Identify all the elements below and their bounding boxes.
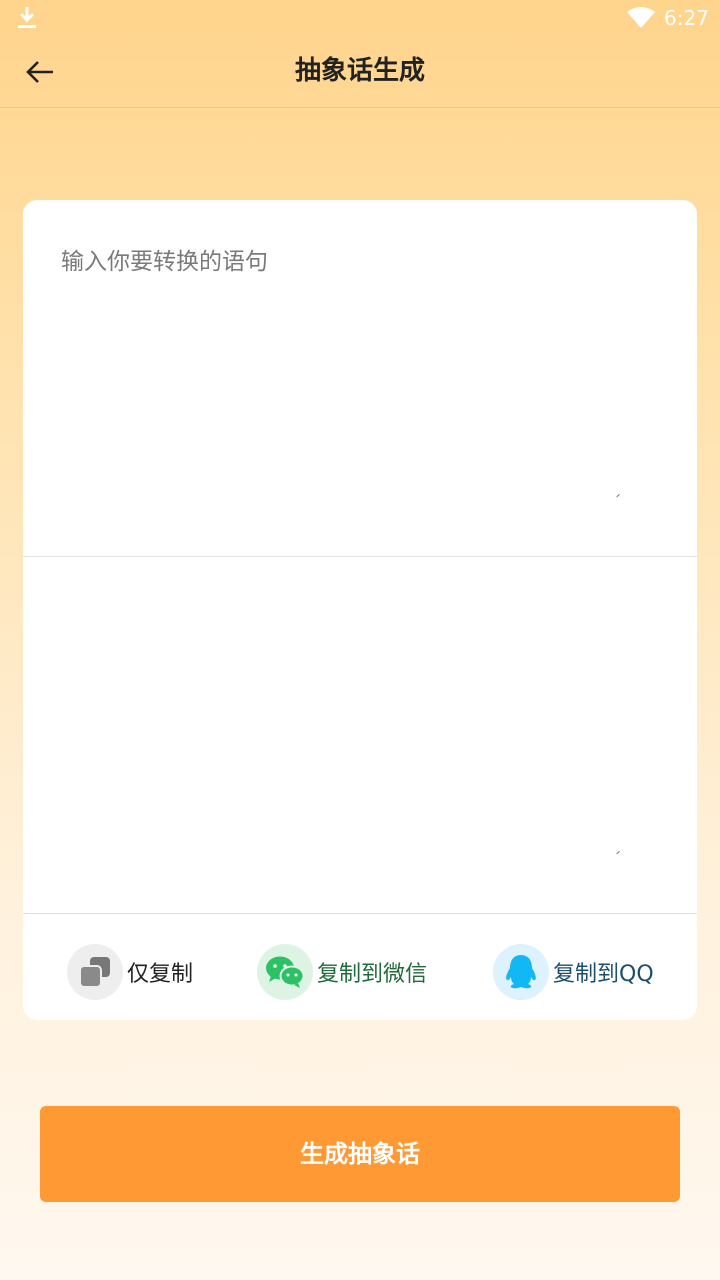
copy-to-qq-button[interactable]: 复制到QQ (493, 944, 654, 1000)
copy-to-wechat-label: 复制到微信 (317, 962, 428, 987)
copy-only-label: 仅复制 (127, 962, 194, 987)
page-title: 抽象话生成 (294, 56, 425, 86)
back-arrow-icon (26, 61, 53, 83)
input-section (23, 200, 697, 557)
copy-only-button[interactable]: 仅复制 (67, 944, 193, 1000)
copy-to-wechat-button[interactable]: 复制到微信 (257, 944, 427, 1000)
app-toolbar: 抽象话生成 (0, 36, 720, 108)
download-icon (18, 7, 36, 28)
copy-to-qq-label: 复制到QQ (553, 962, 654, 987)
wifi-icon (627, 7, 655, 28)
status-bar: 6:27 (0, 0, 720, 36)
qq-icon (493, 944, 549, 1000)
wechat-icon (257, 944, 313, 1000)
status-time: 6:27 (664, 6, 709, 30)
generate-button[interactable]: 生成抽象话 (40, 1106, 680, 1202)
source-text-input[interactable] (23, 200, 697, 556)
output-section (23, 557, 697, 914)
back-button[interactable] (18, 50, 62, 94)
result-text-output[interactable] (23, 557, 697, 913)
copy-actions: 仅复制 复制到微信 复制到QQ (23, 914, 697, 1020)
copy-icon (67, 944, 123, 1000)
converter-card: 仅复制 复制到微信 (23, 200, 697, 1020)
